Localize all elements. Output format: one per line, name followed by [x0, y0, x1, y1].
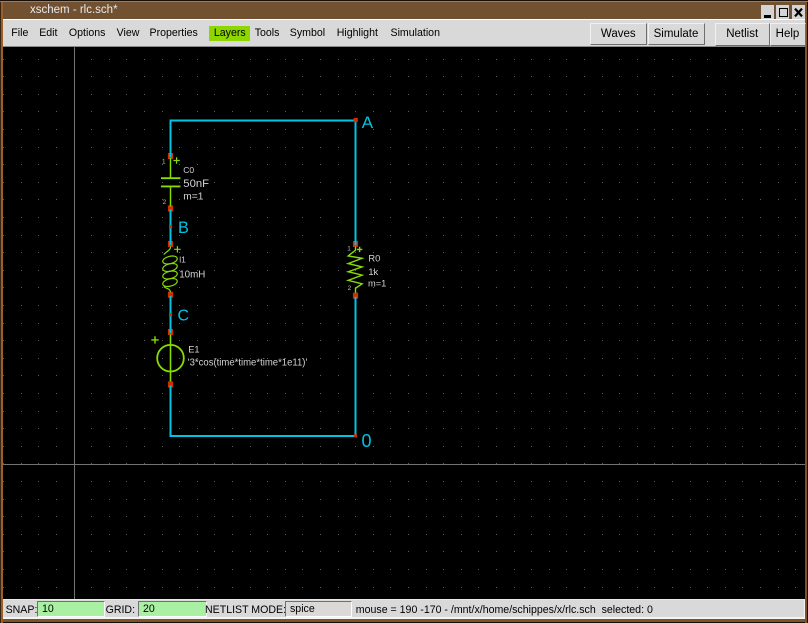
svg-text:C0: C0 [183, 165, 194, 175]
svg-text:l1: l1 [179, 254, 186, 264]
svg-text:10mH: 10mH [179, 269, 205, 280]
svg-text:1k: 1k [368, 267, 378, 277]
svg-text:2: 2 [348, 285, 352, 292]
svg-text:R0: R0 [368, 254, 380, 264]
svg-text:B: B [178, 219, 189, 237]
svg-text:m=1: m=1 [368, 279, 386, 289]
svg-text:'3*cos(time*time*time*1e11)': '3*cos(time*time*time*1e11)' [188, 358, 308, 369]
svg-text:50nF: 50nF [183, 178, 209, 190]
svg-text:E1: E1 [188, 345, 199, 355]
svg-text:1: 1 [347, 245, 351, 252]
svg-text:m=1: m=1 [183, 191, 203, 202]
svg-text:A: A [362, 113, 374, 132]
svg-text:2: 2 [163, 199, 167, 206]
svg-text:C: C [178, 307, 190, 324]
svg-text:0: 0 [362, 431, 372, 451]
svg-text:1: 1 [162, 159, 166, 166]
